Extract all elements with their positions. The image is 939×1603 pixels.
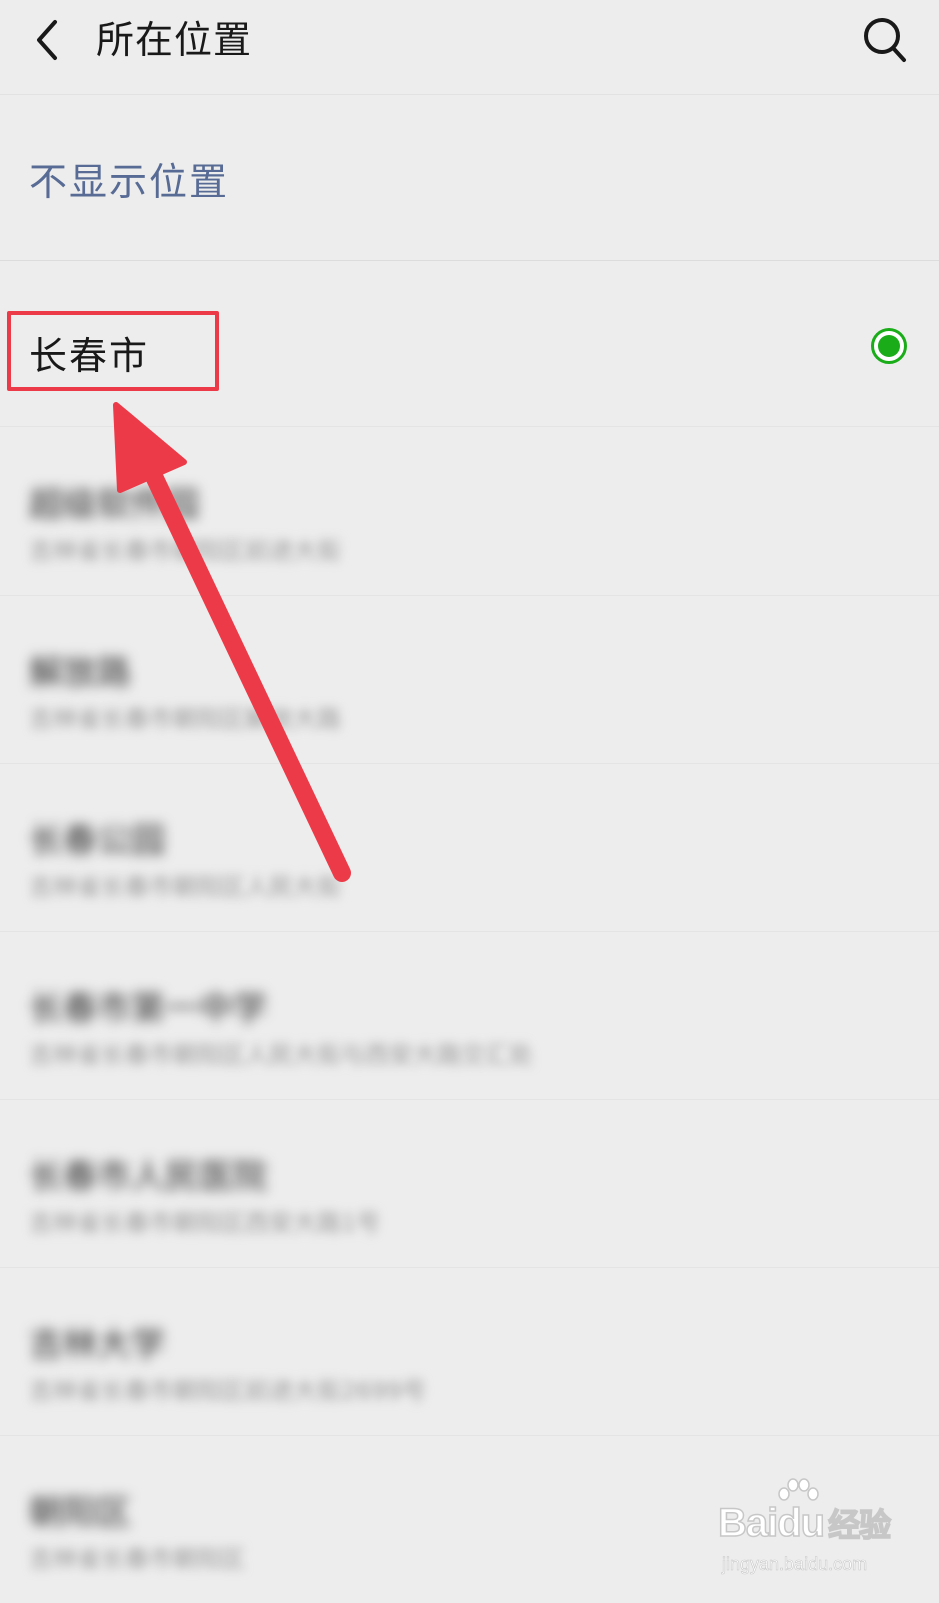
poi-name: 吉林大学 [29, 1325, 165, 1365]
poi-address: 吉林省长春市朝阳区人民大街 [29, 873, 341, 901]
poi-address: 吉林省长春市朝阳区 [29, 1545, 245, 1573]
search-icon [864, 18, 906, 62]
hide-location-label: 不显示位置 [29, 160, 230, 204]
watermark-logo: Baidu 经验 [717, 1500, 892, 1546]
watermark-url: jingyan.baidu.com [722, 1554, 868, 1575]
poi-list-item[interactable]: 长春市第一中学吉林省长春市朝阳区人民大街与西安大路交汇处 [0, 931, 939, 1100]
watermark-logo-text: Baidu [717, 1500, 826, 1546]
poi-list-item[interactable]: 长春公园吉林省长春市朝阳区人民大街 [0, 763, 939, 932]
poi-name: 解放路 [29, 653, 131, 693]
poi-address: 吉林省长春市朝阳区前进大街 [29, 537, 341, 565]
poi-list-item[interactable]: 吉林大学吉林省长春市朝阳区前进大街2699号 [0, 1267, 939, 1436]
back-button[interactable] [22, 14, 74, 66]
poi-name: 长春公园 [29, 821, 165, 861]
radio-dot [878, 335, 900, 357]
page-title: 所在位置 [96, 18, 253, 62]
poi-name: 长春市人民医院 [29, 1157, 267, 1197]
poi-name: 长春市第一中学 [29, 989, 267, 1029]
chevron-left-icon [37, 20, 57, 60]
baidu-jingyan-watermark: Baidu 经验 jingyan.baidu.com [717, 1478, 918, 1588]
hide-location-option[interactable]: 不显示位置 [0, 95, 939, 261]
annotation-highlight-box [7, 311, 219, 391]
selected-radio-icon [871, 328, 907, 364]
poi-address: 吉林省长春市朝阳区前进大街2699号 [29, 1377, 427, 1405]
search-button[interactable] [857, 12, 913, 68]
poi-list-item[interactable]: 解放路吉林省长春市朝阳区解放大路 [0, 595, 939, 764]
poi-address: 吉林省长春市朝阳区西安大路1号 [29, 1209, 381, 1237]
location-picker-screen: 所在位置 不显示位置 长春市 超级软件园 吉林省长春市朝阳区前进大街 解放路 吉林省长… [0, 0, 939, 1600]
poi-list-item[interactable]: 超级软件园吉林省长春市朝阳区前进大街 [0, 427, 939, 596]
nav-header: 所在位置 [0, 0, 939, 95]
watermark-logo-cn: 经验 [827, 1506, 892, 1544]
poi-address: 吉林省长春市朝阳区人民大街与西安大路交汇处 [29, 1041, 533, 1069]
poi-list-item[interactable]: 长春市人民医院吉林省长春市朝阳区西安大路1号 [0, 1099, 939, 1268]
poi-address: 吉林省长春市朝阳区解放大路 [29, 705, 341, 733]
poi-name: 超级软件园 [29, 485, 199, 525]
poi-name: 朝阳区 [29, 1493, 131, 1533]
